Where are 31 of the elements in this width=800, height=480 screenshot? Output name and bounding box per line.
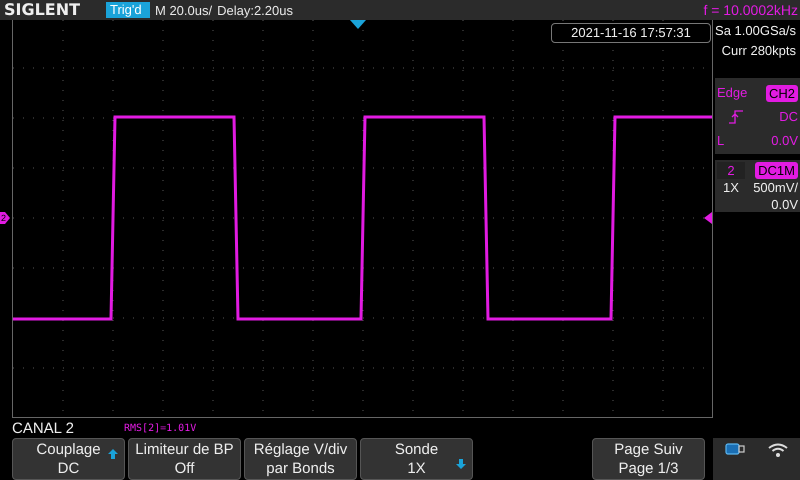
trigger-coupling: DC: [779, 109, 798, 125]
sample-rate-readout: Sa 1.00GSa/s: [715, 22, 796, 40]
channel-number: 2: [717, 162, 745, 179]
datetime-display: 2021-11-16 17:57:31: [551, 23, 711, 43]
page-button[interactable]: Page Suiv Page 1/3: [592, 438, 705, 480]
trigger-type: Edge: [717, 84, 748, 102]
channel-marker: 2: [0, 212, 10, 224]
trigger-status: Trig'd: [106, 2, 150, 18]
menu-title: CANAL 2: [12, 420, 74, 436]
usb-icon: [724, 443, 745, 455]
delay-readout: Delay:2.20us: [217, 2, 293, 18]
vertical-scale: 500mV/: [753, 180, 798, 196]
rising-edge-icon: [729, 110, 743, 124]
timebase-readout: M 20.0us/: [155, 2, 212, 18]
softkey[interactable]: Couplage DC: [12, 438, 125, 480]
wifi-icon: [768, 443, 788, 457]
trigger-level-label: L: [717, 132, 726, 150]
vertical-offset: 0.0V: [771, 197, 798, 213]
brand-logo: SIGLENT: [4, 1, 82, 19]
channel-coupling: DC1M: [755, 162, 798, 179]
up-arrow-icon: [108, 449, 118, 459]
down-arrow-icon: [456, 459, 466, 469]
probe-ratio: 1X: [723, 180, 739, 196]
memory-depth-readout: Curr 280kpts: [722, 42, 796, 60]
softkey[interactable]: Sonde 1X: [360, 438, 473, 480]
softkey[interactable]: Limiteur de BP Off: [128, 438, 241, 480]
trigger-level: 0.0V: [771, 133, 798, 149]
measurement-readout: RMS[2]=1.01V: [124, 422, 196, 434]
softkey[interactable]: Réglage V/div par Bonds: [244, 438, 357, 480]
frequency-readout: f = 10.0002kHz: [703, 2, 799, 18]
trigger-source: CH2: [766, 84, 798, 102]
